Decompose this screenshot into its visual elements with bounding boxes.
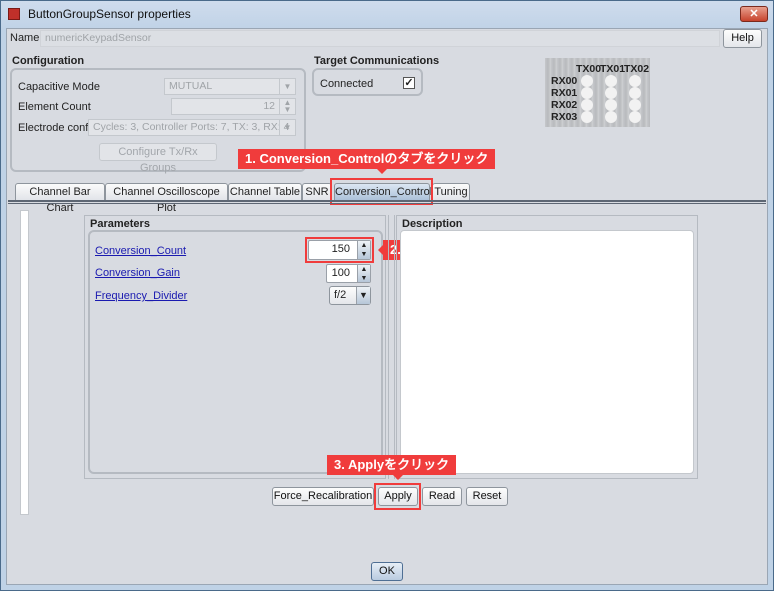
conversion-gain-value[interactable]: 100: [332, 267, 350, 279]
tab-channel-bar-chart[interactable]: Channel Bar Chart: [15, 183, 105, 214]
element-count-spinner[interactable]: 12 ▲ ▼: [171, 98, 296, 115]
tab-divider: [8, 200, 766, 204]
capacitive-mode-label: Capacitive Mode: [18, 81, 100, 93]
tab-channel-oscilloscope-plot[interactable]: Channel Oscilloscope Plot: [105, 183, 228, 214]
annotation-step3: 3. Applyをクリック: [327, 455, 457, 475]
highlight-conversion-count: [305, 237, 374, 263]
sensor-node-indicator: [605, 75, 617, 87]
conversion-gain-spinner[interactable]: 100 ▲ ▼: [326, 264, 371, 283]
annotation-arrow: [373, 245, 383, 255]
read-button[interactable]: Read: [422, 487, 462, 506]
rx-label: RX00: [551, 75, 578, 87]
element-count-value: 12: [263, 100, 275, 112]
highlight-apply: [374, 483, 421, 510]
window-title: ButtonGroupSensor properties: [28, 7, 191, 21]
parameters-title: Parameters: [90, 218, 150, 230]
frequency-divider-select[interactable]: f/2 ▼: [329, 286, 371, 305]
vertical-scrollbar[interactable]: [20, 210, 29, 515]
sensor-node-indicator: [629, 111, 641, 123]
tx-header: TX01: [600, 63, 626, 75]
sensor-node-indicator: [629, 87, 641, 99]
frequency-divider-value: f/2: [334, 289, 347, 301]
element-count-label: Element Count: [18, 101, 91, 113]
help-button[interactable]: Help: [723, 29, 762, 48]
ok-button[interactable]: OK: [371, 562, 403, 581]
rx-label: RX03: [551, 111, 578, 123]
capacitive-mode-value: MUTUAL: [169, 80, 213, 92]
reset-button[interactable]: Reset: [466, 487, 508, 506]
target-communications-title: Target Communications: [314, 55, 440, 67]
sensor-node-indicator: [605, 87, 617, 99]
sensor-node-indicator: [581, 111, 593, 123]
chevron-down-icon: ▼: [279, 79, 295, 95]
tx-header: TX00: [576, 63, 602, 75]
tab-channel-table[interactable]: Channel Table: [228, 183, 302, 201]
electrode-config-label: Electrode config: [18, 122, 97, 134]
frequency-divider-link[interactable]: Frequency_Divider: [95, 290, 187, 302]
name-label: Name:: [10, 32, 43, 44]
tx-header: TX02: [624, 63, 650, 75]
sensor-node-indicator: [629, 75, 641, 87]
connected-checkbox[interactable]: ✓: [403, 77, 415, 89]
sensor-node-indicator: [581, 99, 593, 111]
tx-rx-matrix: TX00 TX01 TX02 RX00 RX01 RX02 RX03: [545, 58, 650, 127]
connected-label: Connected: [320, 78, 374, 90]
conversion-count-link[interactable]: Conversion_Count: [95, 245, 186, 257]
conversion-gain-link[interactable]: Conversion_Gain: [95, 267, 180, 279]
splitter-handle[interactable]: [388, 215, 395, 479]
sensor-node-indicator: [581, 87, 593, 99]
electrode-config-value: Cycles: 3, Controller Ports: 7, TX: 3, R…: [93, 121, 290, 133]
spinner-arrows-icon[interactable]: ▲ ▼: [357, 265, 370, 282]
tab-snr[interactable]: SNR: [302, 183, 332, 201]
chevron-down-icon: ▼: [279, 120, 295, 136]
close-button[interactable]: ✕: [740, 6, 768, 22]
spinner-arrows-icon: ▲ ▼: [279, 99, 295, 115]
sensor-node-indicator: [581, 75, 593, 87]
electrode-config-select[interactable]: Cycles: 3, Controller Ports: 7, TX: 3, R…: [88, 119, 296, 136]
capacitive-mode-select[interactable]: MUTUAL ▼: [164, 78, 296, 95]
description-title: Description: [402, 218, 463, 230]
force-recalibration-button[interactable]: Force_Recalibration: [272, 487, 374, 506]
rx-label: RX01: [551, 87, 578, 99]
sensor-node-indicator: [629, 99, 641, 111]
sensor-node-indicator: [605, 99, 617, 111]
name-field[interactable]: numericKeypadSensor: [40, 30, 720, 47]
rx-label: RX02: [551, 99, 578, 111]
app-icon: [8, 8, 20, 20]
sensor-node-indicator: [605, 111, 617, 123]
configuration-title: Configuration: [12, 55, 85, 67]
description-text-area[interactable]: [400, 230, 694, 474]
chevron-down-icon: ▼: [356, 287, 370, 304]
annotation-step1: 1. Conversion_Controlのタブをクリック: [238, 149, 496, 169]
configure-txrx-groups-button[interactable]: Configure Tx/Rx Groups: [99, 143, 217, 174]
tab-tuning[interactable]: Tuning: [432, 183, 470, 201]
